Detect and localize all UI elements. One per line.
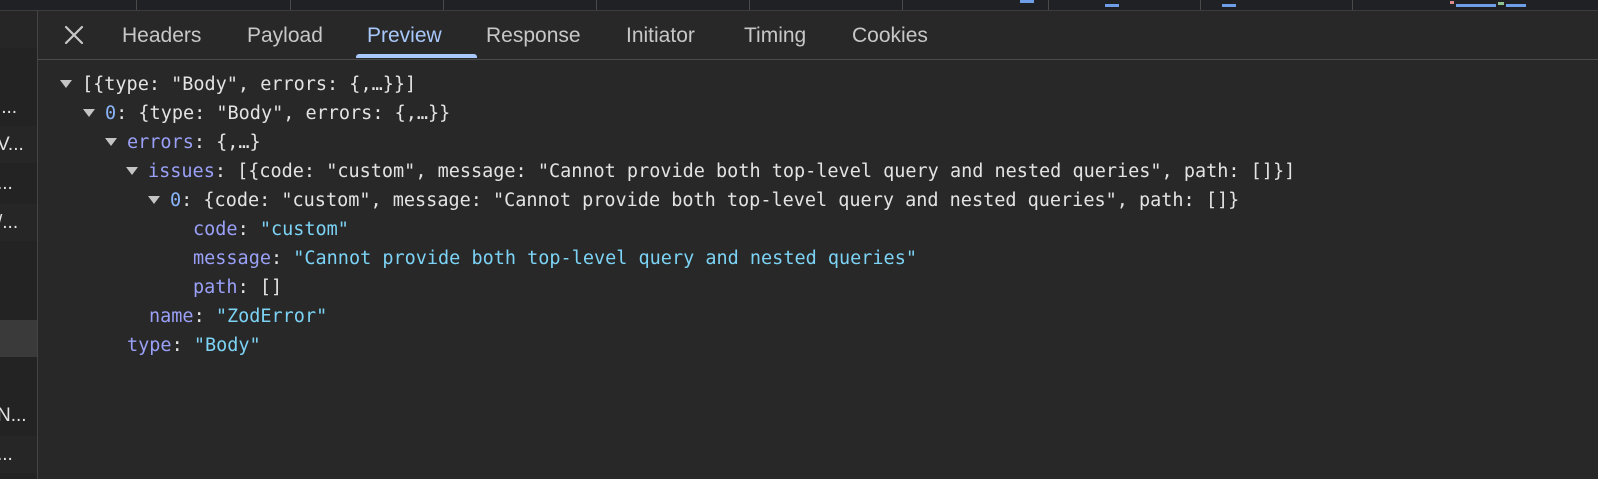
expand-triangle-icon[interactable] — [105, 138, 117, 146]
tree-row-issue0[interactable]: 0: {code: "custom", message: "Cannot pro… — [148, 186, 1239, 215]
request-row-selected[interactable] — [0, 320, 37, 357]
timeline-bar — [1498, 2, 1504, 5]
tab-cookies[interactable]: Cookies — [852, 11, 928, 59]
timeline-bar — [1105, 4, 1119, 7]
timeline-bar — [1222, 4, 1236, 7]
expand-triangle-icon[interactable] — [148, 196, 160, 204]
timeline-divider — [596, 0, 597, 10]
tree-row-message[interactable]: message: "Cannot provide both top-level … — [193, 244, 917, 273]
tree-row-issues[interactable]: issues: [{code: "custom", message: "Cann… — [126, 157, 1295, 186]
timeline-divider — [1048, 0, 1049, 10]
code-value: "custom" — [259, 219, 349, 240]
timeline-strip — [0, 0, 1598, 11]
timeline-divider — [749, 0, 750, 10]
timeline-bar — [1456, 4, 1496, 7]
name-key: name — [149, 306, 194, 327]
request-row[interactable]: l... — [0, 89, 37, 126]
timeline-bar — [1506, 4, 1526, 7]
type-key: type — [127, 335, 172, 356]
tab-response[interactable]: Response — [486, 11, 581, 59]
expand-triangle-icon[interactable] — [60, 80, 72, 88]
issue0-index: 0 — [170, 190, 182, 211]
root-summary: [{type: "Body", errors: {,…}}] — [82, 74, 417, 95]
issue0-summary: {code: "custom", message: "Cannot provid… — [203, 190, 1240, 211]
type-value: "Body" — [193, 335, 261, 356]
errors-key: errors — [127, 132, 194, 153]
details-tabbar: Headers Payload Preview Response Initiat… — [38, 11, 1598, 60]
timeline-divider — [443, 0, 444, 10]
timeline-bar — [1450, 1, 1454, 4]
path-key: path — [193, 277, 238, 298]
code-key: code — [193, 219, 238, 240]
tree-row-path[interactable]: path: [] — [193, 273, 282, 302]
issues-key: issues — [148, 161, 215, 182]
tree-row-name[interactable]: name: "ZodError" — [149, 302, 327, 331]
tree-row-code[interactable]: code: "custom" — [193, 215, 349, 244]
request-row[interactable]: ... — [0, 165, 37, 202]
timeline-divider — [136, 0, 137, 10]
item0-index: 0 — [105, 103, 117, 124]
tab-headers[interactable]: Headers — [122, 11, 201, 59]
close-icon[interactable] — [60, 21, 88, 49]
name-value: "ZodError" — [215, 306, 328, 327]
tab-payload[interactable]: Payload — [247, 11, 323, 59]
tab-preview[interactable]: Preview — [367, 11, 442, 59]
path-value: [] — [259, 277, 283, 298]
item0-summary: {type: "Body", errors: {,…}} — [138, 103, 451, 124]
request-row[interactable]: /... — [0, 204, 37, 241]
timeline-divider — [902, 0, 903, 10]
request-row[interactable]: N... — [0, 397, 37, 434]
tree-row-item0[interactable]: 0: {type: "Body", errors: {,…}} — [83, 99, 450, 128]
message-value: "Cannot provide both top-level query and… — [293, 248, 917, 269]
active-tab-indicator — [356, 54, 477, 58]
request-row[interactable] — [0, 11, 37, 48]
tab-timing[interactable]: Timing — [744, 11, 806, 59]
request-list: l... V... ... /... N... ... — [0, 11, 38, 479]
timeline-divider — [1200, 0, 1201, 10]
issues-summary: [{code: "custom", message: "Cannot provi… — [237, 161, 1296, 182]
timeline-bar — [1020, 0, 1034, 3]
timeline-divider — [290, 0, 291, 10]
tree-row-errors[interactable]: errors: {,…} — [105, 128, 261, 157]
expand-triangle-icon[interactable] — [83, 109, 95, 117]
errors-summary: {,…} — [216, 132, 261, 153]
expand-triangle-icon[interactable] — [126, 167, 138, 175]
timeline-divider — [1352, 0, 1353, 10]
tab-initiator[interactable]: Initiator — [626, 11, 695, 59]
request-row[interactable]: ... — [0, 436, 37, 473]
request-row[interactable]: V... — [0, 126, 37, 163]
tree-row-type[interactable]: type: "Body" — [127, 331, 261, 360]
preview-tree: [{type: "Body", errors: {,…}}] 0: {type:… — [38, 60, 1598, 479]
tree-row-root[interactable]: [{type: "Body", errors: {,…}}] — [60, 70, 416, 99]
message-key: message — [193, 248, 271, 269]
